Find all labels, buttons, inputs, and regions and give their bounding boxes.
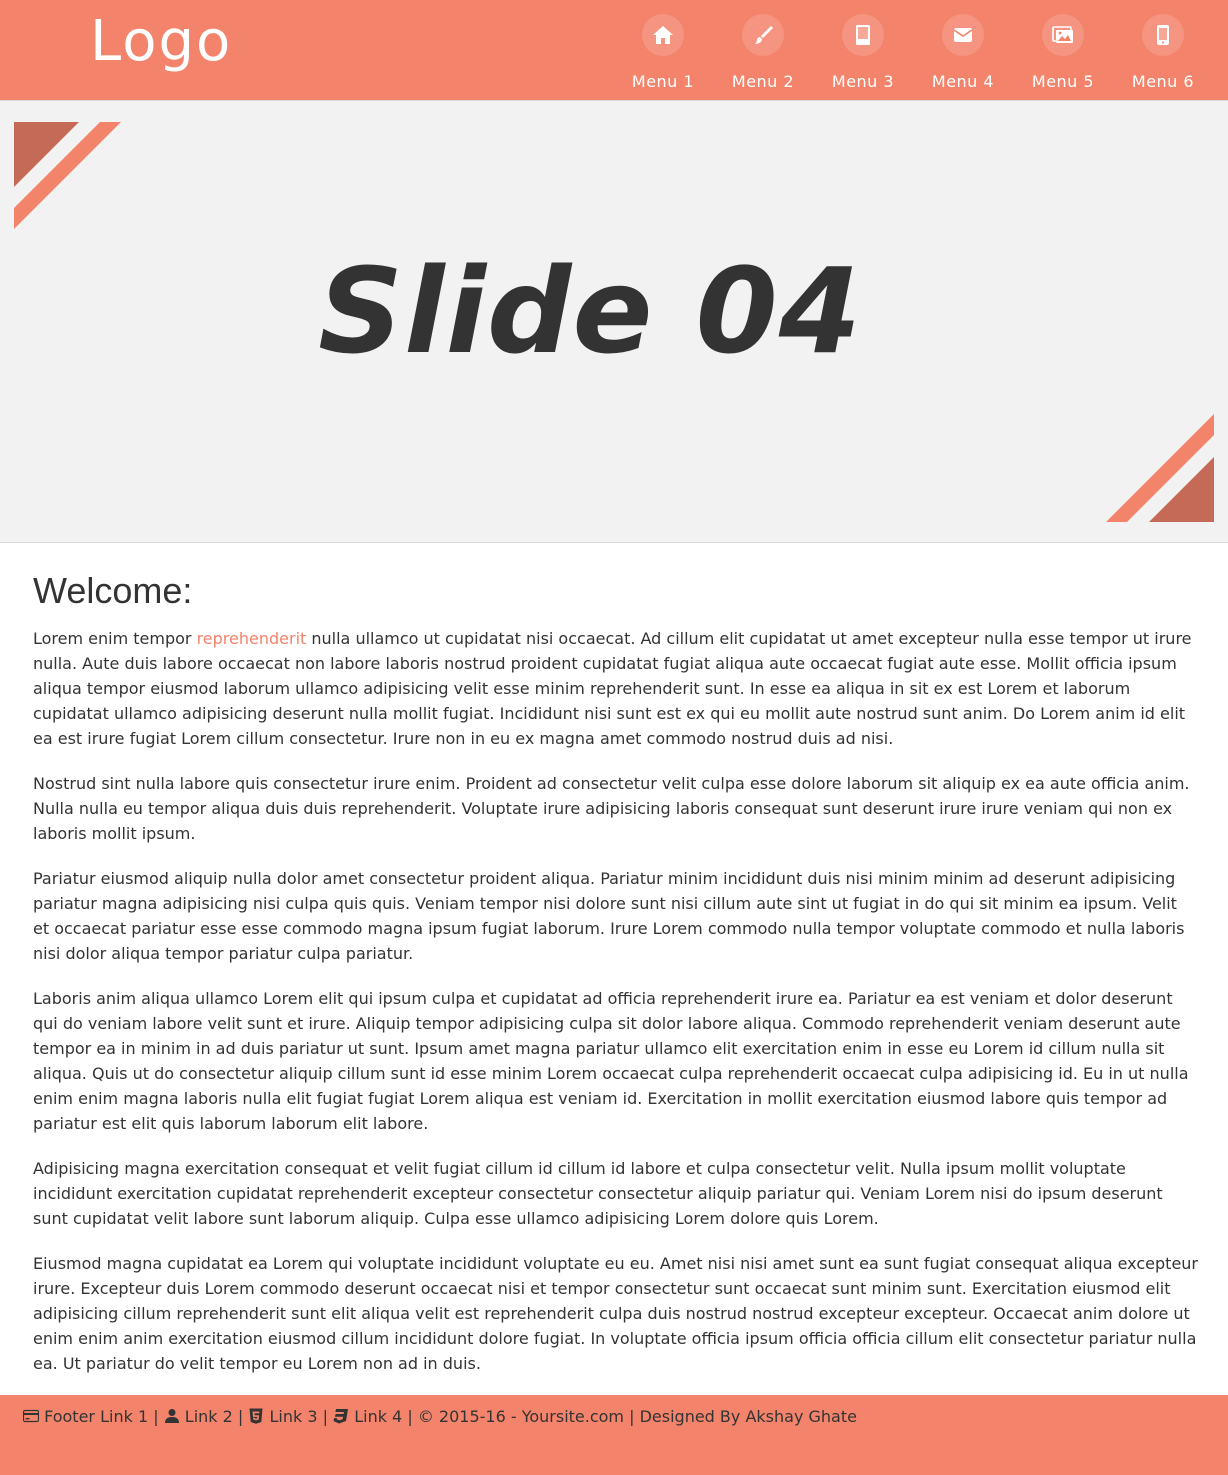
home-icon [642, 14, 684, 56]
css3-icon [333, 1407, 349, 1424]
menu-item-2[interactable]: Menu 2 [713, 0, 813, 100]
paragraph-6: Eiusmod magna cupidatat ea Lorem qui vol… [33, 1254, 1198, 1373]
slide-title: Slide 04 [318, 242, 862, 380]
paragraph-4: Laboris anim aliqua ullamco Lorem elit q… [33, 989, 1189, 1133]
menu-label-6: Menu 6 [1131, 72, 1195, 91]
logo[interactable]: Logo [90, 6, 232, 78]
menu-label-4: Menu 4 [931, 72, 995, 91]
site-footer: Footer Link 1 | Link 2 | Link 3 | Link 4… [0, 1395, 1228, 1475]
user-icon [164, 1407, 180, 1423]
menu-label-3: Menu 3 [831, 72, 895, 91]
paragraph-3: Pariatur eiusmod aliquip nulla dolor ame… [33, 869, 1185, 963]
corner-stripes-top-left [14, 122, 121, 229]
menu-item-4[interactable]: Menu 4 [913, 0, 1013, 100]
footer-separator: | [322, 1407, 329, 1426]
paragraph-5: Adipisicing magna exercitation consequat… [33, 1159, 1163, 1228]
menu-item-6[interactable]: Menu 6 [1113, 0, 1213, 100]
menu-label-1: Menu 1 [631, 72, 695, 91]
menu-label-2: Menu 2 [731, 72, 795, 91]
paragraph-text: Lorem enim tempor [33, 629, 197, 648]
footer-separator: | [629, 1407, 635, 1426]
menu-item-5[interactable]: Menu 5 [1013, 0, 1113, 100]
paragraph-1: Lorem enim tempor reprehenderit nulla ul… [33, 626, 1198, 751]
footer-link-4[interactable]: Link 4 [354, 1407, 402, 1426]
welcome-heading: Welcome: [33, 570, 193, 611]
footer-separator: | [407, 1407, 413, 1426]
footer-link-2[interactable]: Link 2 [185, 1407, 233, 1426]
inline-link[interactable]: reprehenderit [197, 629, 307, 648]
main-content: Welcome: Lorem enim tempor reprehenderit… [33, 558, 1198, 1396]
footer-separator: | [237, 1407, 244, 1426]
brush-icon [742, 14, 784, 56]
site-header: Logo Menu 1 Menu 2 Menu 3 Menu 4 Menu 5 [0, 0, 1228, 101]
menu-item-1[interactable]: Menu 1 [613, 0, 713, 100]
footer-link-3[interactable]: Link 3 [270, 1407, 318, 1426]
copyright: © 2015-16 - Yoursite.com [417, 1407, 625, 1426]
html5-icon [248, 1407, 264, 1424]
footer-link-1[interactable]: Footer Link 1 [44, 1407, 148, 1426]
menu-label-5: Menu 5 [1031, 72, 1095, 91]
footer-separator: | [153, 1407, 159, 1426]
menu-item-3[interactable]: Menu 3 [813, 0, 913, 100]
image-icon [1042, 14, 1084, 56]
footer-links: Footer Link 1 | Link 2 | Link 3 | Link 4… [22, 1405, 857, 1429]
slider[interactable]: Slide 04 [0, 101, 1228, 543]
mobile-icon [1142, 14, 1184, 56]
mail-icon [942, 14, 984, 56]
designer-credit: Designed By Akshay Ghate [639, 1407, 857, 1426]
card-icon [22, 1407, 40, 1423]
book-icon [842, 14, 884, 56]
corner-stripes-bottom-right [1106, 414, 1214, 522]
paragraph-2: Nostrud sint nulla labore quis consectet… [33, 774, 1190, 843]
